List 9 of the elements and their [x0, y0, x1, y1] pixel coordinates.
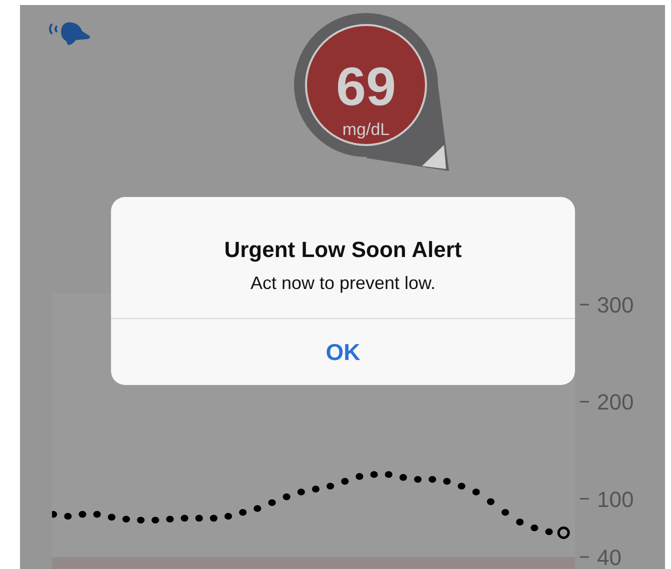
- axis-tick-label: 40: [597, 545, 622, 569]
- ok-button[interactable]: OK: [111, 319, 575, 385]
- axis-tick-label: 200: [597, 390, 634, 415]
- glucose-unit: mg/dL: [342, 120, 390, 139]
- axis-tick-label: 100: [597, 486, 634, 512]
- alert-message: Act now to prevent low.: [250, 273, 436, 294]
- alert-title: Urgent Low Soon Alert: [224, 237, 462, 263]
- axis-tick-label: 300: [597, 293, 634, 318]
- glucose-value: 69: [336, 57, 396, 117]
